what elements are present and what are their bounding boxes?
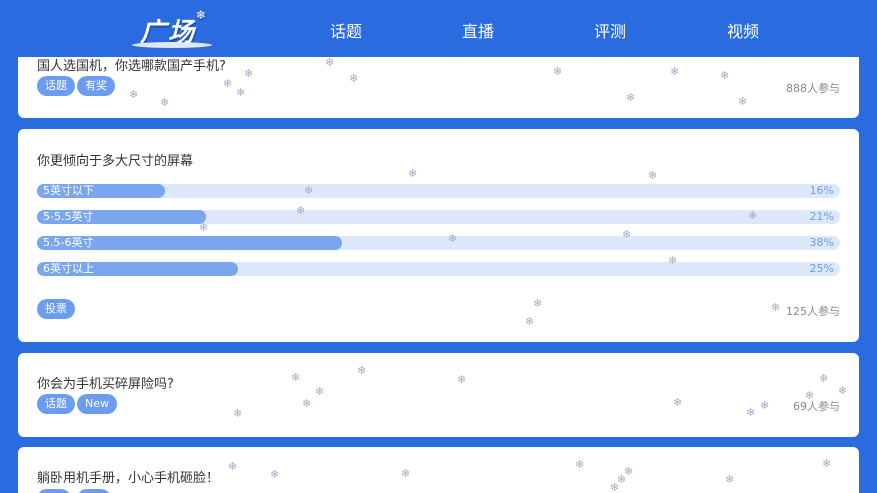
poll-option[interactable]: 5.5-6英寸 38% [37, 236, 840, 250]
poll-option-label: 5.5-6英寸 [43, 236, 94, 249]
post-card[interactable]: 你会为手机买碎屏险吗? 话题 New 69人参与 [18, 353, 859, 437]
nav-tab-topics[interactable]: 话题 [330, 18, 362, 42]
tag-placeholder[interactable] [37, 489, 71, 493]
poll-option[interactable]: 5英寸以下 16% [37, 184, 840, 198]
tag-vote[interactable]: 投票 [37, 299, 75, 319]
poll-option-percent: 16% [809, 184, 834, 197]
poll-card[interactable]: 你更倾向于多大尺寸的屏幕 5英寸以下 16% 5-5.5英寸 21% 5.5-6… [18, 129, 859, 342]
participant-count: 125人参与 [786, 305, 840, 318]
poll-title[interactable]: 你更倾向于多大尺寸的屏幕 [37, 150, 193, 169]
participant-count: 69人参与 [793, 400, 840, 413]
tag-placeholder[interactable] [77, 489, 111, 493]
poll-option[interactable]: 6英寸以上 25% [37, 262, 840, 276]
poll-option[interactable]: 5-5.5英寸 21% [37, 210, 840, 224]
nav-tab-videos[interactable]: 视频 [727, 18, 759, 42]
square-logo: 广场 ❄ [120, 8, 216, 50]
logo-base-decoration [132, 42, 212, 48]
poll-option-percent: 25% [809, 262, 834, 275]
poll-option-percent: 21% [809, 210, 834, 223]
poll-option-label: 5-5.5英寸 [43, 210, 94, 223]
tag-topic[interactable]: 话题 [37, 76, 75, 96]
nav-tab-live[interactable]: 直播 [462, 18, 494, 42]
post-card[interactable]: 躺卧用机手册，小心手机砸脸！ [18, 447, 859, 493]
tag-topic[interactable]: 话题 [37, 394, 75, 414]
poll-option-label: 5英寸以下 [43, 184, 94, 197]
participant-count: 888人参与 [786, 82, 840, 95]
tag-new[interactable]: New [77, 394, 117, 414]
top-nav-bar: 广场 ❄ 话题 直播 评测 视频 [0, 0, 877, 57]
nav-tab-reviews[interactable]: 评测 [594, 18, 626, 42]
post-title[interactable]: 你会为手机买碎屏险吗? [37, 373, 174, 392]
poll-option-label: 6英寸以上 [43, 262, 94, 275]
poll-option-percent: 38% [809, 236, 834, 249]
snowflake-icon: ❄ [195, 8, 208, 22]
post-title[interactable]: 国人选国机，你选哪款国产手机? [37, 55, 226, 74]
tag-prize[interactable]: 有奖 [77, 76, 115, 96]
post-title[interactable]: 躺卧用机手册，小心手机砸脸！ [37, 467, 219, 486]
